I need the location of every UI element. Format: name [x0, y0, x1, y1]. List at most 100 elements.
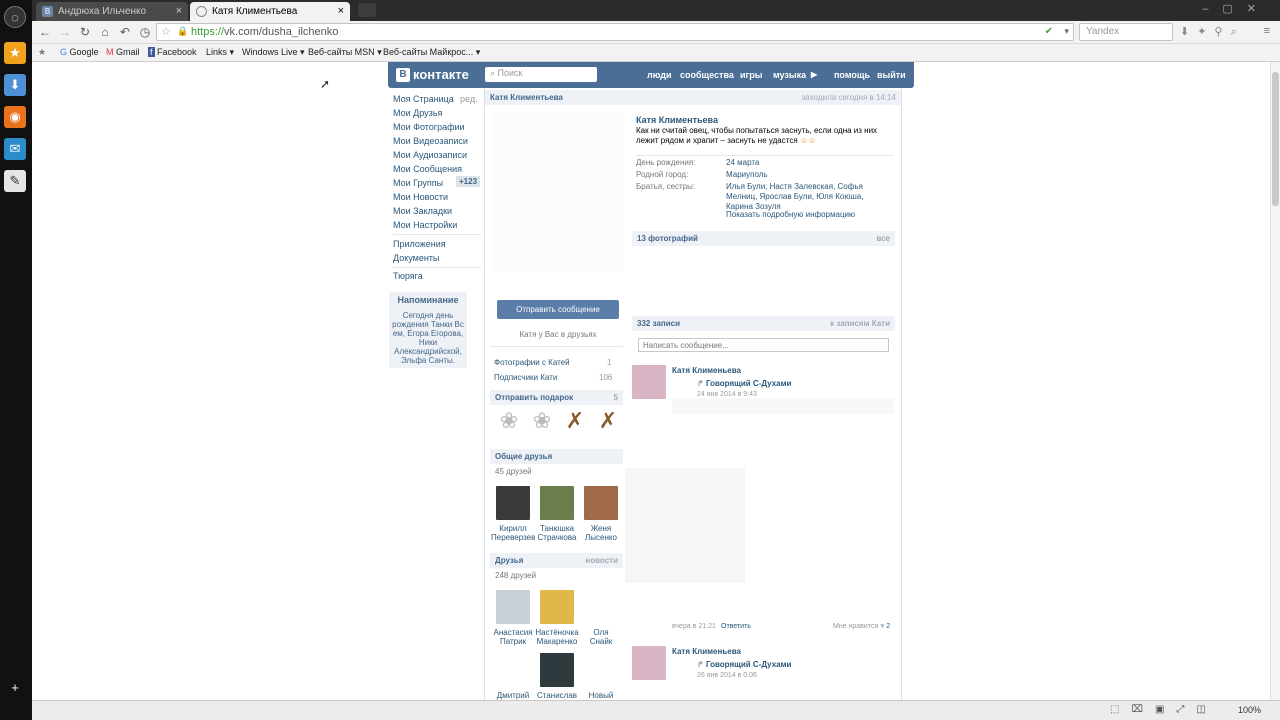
friend-name[interactable]: Женя Лысенко [579, 524, 623, 542]
loading-icon[interactable]: ◌ [4, 6, 26, 28]
profile-photo[interactable] [492, 112, 624, 272]
menu-my-page[interactable]: Моя Страница [393, 94, 454, 104]
friend-avatar[interactable] [540, 486, 574, 520]
like-button[interactable]: Мне нравится ♥ 2 [833, 623, 890, 630]
history-icon[interactable]: ◷ [138, 25, 152, 39]
friend-name[interactable]: Анастасия Патрик [491, 628, 535, 646]
friend-avatar[interactable] [540, 653, 574, 687]
common-friends-header[interactable]: Общие друзья [490, 449, 623, 464]
gift-item[interactable]: ✗ [594, 408, 622, 438]
post-date[interactable]: 26 янв 2014 в 0:06 [697, 672, 757, 679]
status-icons[interactable]: ⬚⌧▣⤢◫ [1110, 704, 1218, 715]
photos-header[interactable]: 13 фотографий все [632, 231, 895, 246]
bookmark-facebook[interactable]: f Facebook [148, 47, 197, 57]
bookmark-gmail[interactable]: M Gmail [106, 47, 140, 57]
hometown-value[interactable]: Мариуполь [726, 170, 768, 179]
star-icon[interactable]: ★ [4, 42, 26, 64]
menu-news[interactable]: Мои Новости [393, 192, 448, 202]
friends-header[interactable]: Друзья новости [490, 553, 623, 568]
gift-item[interactable]: ❀ [528, 408, 556, 438]
menu-settings[interactable]: Мои Настройки [393, 220, 457, 230]
nav-games[interactable]: игры [740, 70, 762, 80]
post-reply-link[interactable]: Ответить [721, 623, 751, 630]
gift-item[interactable]: ❀ [495, 408, 523, 438]
friend-name[interactable]: Кирилл Переверзев [491, 524, 535, 542]
bookmarks-star-icon[interactable]: ★ [38, 47, 46, 58]
nav-logout[interactable]: выйти [877, 70, 906, 80]
send-message-button[interactable]: Отправить сообщение [497, 300, 619, 319]
bookmark-microsoft[interactable]: Веб-сайты Майкрос... ▾ [383, 47, 480, 58]
page-scrollbar[interactable] [1270, 62, 1280, 700]
post-author-name[interactable]: Катя Клименьева [672, 366, 741, 375]
menu-edit-link[interactable]: ред. [460, 94, 478, 104]
new-tab-button[interactable] [358, 3, 376, 17]
notepad-icon[interactable]: ✎ [4, 170, 26, 192]
forward-icon[interactable]: → [58, 25, 72, 39]
friend-name[interactable]: Оля Снайк [579, 628, 623, 646]
scrollbar-thumb[interactable] [1272, 72, 1279, 206]
post-footer-date[interactable]: вчера в 21:21 [672, 623, 716, 630]
photos-with-link[interactable]: Фотографии с Катей [494, 358, 570, 367]
post-author-avatar[interactable] [632, 365, 666, 399]
toolbar-extension-icons[interactable]: ⬇✦⚲⌕ [1180, 25, 1245, 39]
menu-bookmarks[interactable]: Мои Закладки [393, 206, 452, 216]
download-icon[interactable]: ⬇ [4, 74, 26, 96]
post-attachment[interactable] [672, 398, 894, 414]
vk-logo[interactable]: Вконтакте [396, 67, 469, 82]
bookmark-msn[interactable]: Веб-сайты MSN ▾ [308, 47, 382, 58]
close-tab-icon[interactable]: × [176, 5, 182, 17]
window-controls[interactable]: –▢✕ [1202, 2, 1270, 15]
post-author-name[interactable]: Катя Клименьева [672, 647, 741, 656]
friend-name[interactable]: Дмитрий [491, 691, 535, 700]
friend-avatar[interactable] [496, 486, 530, 520]
friend-avatar[interactable] [540, 590, 574, 624]
menu-documents[interactable]: Документы [393, 253, 439, 263]
extension-icon[interactable]: ✔ [1045, 26, 1053, 37]
zoom-level[interactable]: 100% [1238, 705, 1261, 715]
friends-news-link[interactable]: новости [585, 556, 618, 565]
menu-audio[interactable]: Мои Аудиозаписи [393, 150, 467, 160]
groups-count-badge[interactable]: +123 [456, 176, 481, 187]
nav-music[interactable]: музыка [773, 70, 806, 80]
wall-link[interactable]: к записям Кати [830, 319, 890, 328]
nav-communities[interactable]: сообщества [680, 70, 734, 80]
dropdown-icon[interactable]: ▾ [1064, 26, 1069, 37]
bookmark-links[interactable]: Links ▾ [206, 47, 234, 58]
repost-source[interactable]: ↱ Говорящий С-Духами [697, 379, 791, 388]
bookmark-windows-live[interactable]: Windows Live ▾ [242, 47, 305, 58]
profile-status[interactable]: Как ни считай овец, чтобы попытаться зас… [636, 126, 892, 146]
friend-name[interactable]: Танюшка Страчкова [535, 524, 579, 542]
show-more-info-link[interactable]: Показать подробную информацию [726, 210, 855, 219]
post-date[interactable]: 24 янв 2014 в 9:43 [697, 391, 757, 398]
menu-groups[interactable]: Мои Группы [393, 178, 443, 188]
undo-icon[interactable]: ↶ [118, 25, 132, 39]
friend-avatar[interactable] [496, 590, 530, 624]
photos-all-link[interactable]: все [876, 234, 890, 243]
bookmark-google[interactable]: G Google [60, 47, 99, 57]
friend-name[interactable]: Станислав [535, 691, 579, 700]
post-author-avatar[interactable] [632, 646, 666, 680]
tab-katya[interactable]: Катя Климентьева × [190, 2, 350, 21]
friend-name[interactable]: Настёночка Макаренко [535, 628, 579, 646]
menu-friends[interactable]: Мои Друзья [393, 108, 442, 118]
back-icon[interactable]: ← [38, 25, 52, 39]
menu-videos[interactable]: Мои Видеозаписи [393, 136, 468, 146]
rss-icon[interactable]: ◉ [4, 106, 26, 128]
gift-item[interactable]: ✗ [561, 408, 589, 438]
nav-help[interactable]: помощь [834, 70, 870, 80]
vk-search-input[interactable]: ⌕ Поиск [485, 67, 597, 82]
search-box[interactable]: Yandex [1079, 23, 1173, 41]
app-icon[interactable]: ✉ [4, 138, 26, 160]
menu-photos[interactable]: Мои Фотографии [393, 122, 465, 132]
play-icon[interactable]: ▶ [811, 70, 817, 79]
nav-people[interactable]: люди [647, 70, 672, 80]
wall-header[interactable]: 332 записи к записям Кати [632, 316, 895, 331]
wall-post-input[interactable]: Написать сообщение... [638, 338, 889, 352]
home-icon[interactable]: ⌂ [98, 25, 112, 39]
friend-avatar[interactable] [584, 486, 618, 520]
reload-icon[interactable]: ↻ [78, 25, 92, 39]
birthday-value[interactable]: 24 марта [726, 158, 759, 167]
bookmark-star-icon[interactable]: ☆ [161, 25, 171, 38]
tab-andrey[interactable]: В Андрюха Ильченко × [36, 2, 188, 21]
reminder-text[interactable]: Сегодня день рождения Танки Вс ем, Егора… [392, 311, 464, 365]
